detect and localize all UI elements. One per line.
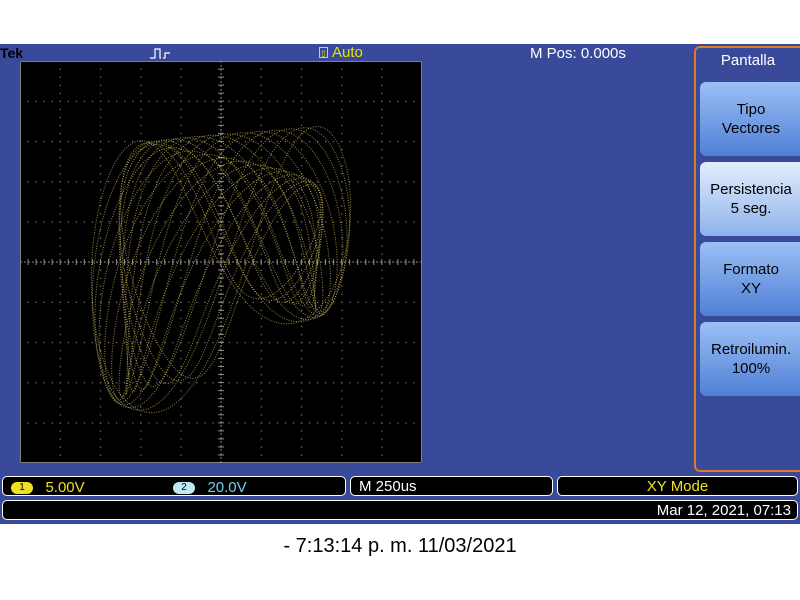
menu-button-label: Persistencia — [710, 181, 792, 198]
channel2-scale: 20.0V — [207, 479, 247, 497]
menu-button-label: Retroilumin. — [710, 341, 792, 358]
channel1-badge[interactable]: 1 — [11, 481, 33, 494]
graticule-grid — [19, 60, 423, 464]
menu-button-value: 5 seg. — [730, 200, 772, 217]
menu-button-label: Tipo — [736, 101, 766, 118]
timebase-value: M 250us — [359, 478, 417, 495]
timebase-box: M 250us — [350, 476, 553, 496]
menu-button-persistencia[interactable]: Persistencia 5 seg. — [700, 162, 800, 236]
horizontal-position: M Pos: 0.000s — [530, 45, 626, 62]
side-menu: Pantalla Tipo Vectores Persistencia 5 se… — [694, 46, 800, 472]
acquisition-icon: ▯ — [319, 47, 328, 58]
waveform-graticule — [19, 60, 423, 464]
mode-box: XY Mode — [557, 476, 798, 496]
photo-caption: - 7:13:14 p. m. 11/03/2021 — [283, 535, 517, 557]
channel1-indicator: 1 5.00V — [11, 479, 85, 497]
menu-title: Pantalla — [720, 52, 776, 69]
menu-button-value: XY — [740, 280, 761, 297]
trigger-pulse-icon — [150, 48, 170, 59]
menu-button-value: Vectores — [721, 120, 781, 137]
acquisition-mode: Auto — [332, 44, 363, 61]
waveform-screen — [19, 60, 423, 464]
datetime: Mar 12, 2021, 07:13 — [656, 502, 791, 519]
menu-button-retroiluminacion[interactable]: Retroilumin. 100% — [700, 322, 800, 396]
menu-button-tipo[interactable]: Tipo Vectores — [700, 82, 800, 156]
menu-button-formato[interactable]: Formato XY — [700, 242, 800, 316]
menu-button-value: 100% — [731, 360, 771, 377]
acquisition-status: ▯ Auto — [319, 44, 363, 61]
channel2-badge[interactable]: 2 — [173, 481, 195, 494]
channel2-indicator: 2 20.0V — [173, 479, 247, 497]
datetime-box: Mar 12, 2021, 07:13 — [2, 500, 798, 520]
channel-status-box: 1 5.00V 2 20.0V — [2, 476, 346, 496]
oscilloscope-display: Tek ▯ Auto M Pos: 0.000s Pantalla Tipo V… — [0, 44, 800, 524]
brand-logo: Tek — [0, 45, 24, 61]
display-mode: XY Mode — [646, 478, 709, 495]
menu-button-label: Formato — [723, 261, 779, 278]
channel1-scale: 5.00V — [45, 479, 85, 497]
